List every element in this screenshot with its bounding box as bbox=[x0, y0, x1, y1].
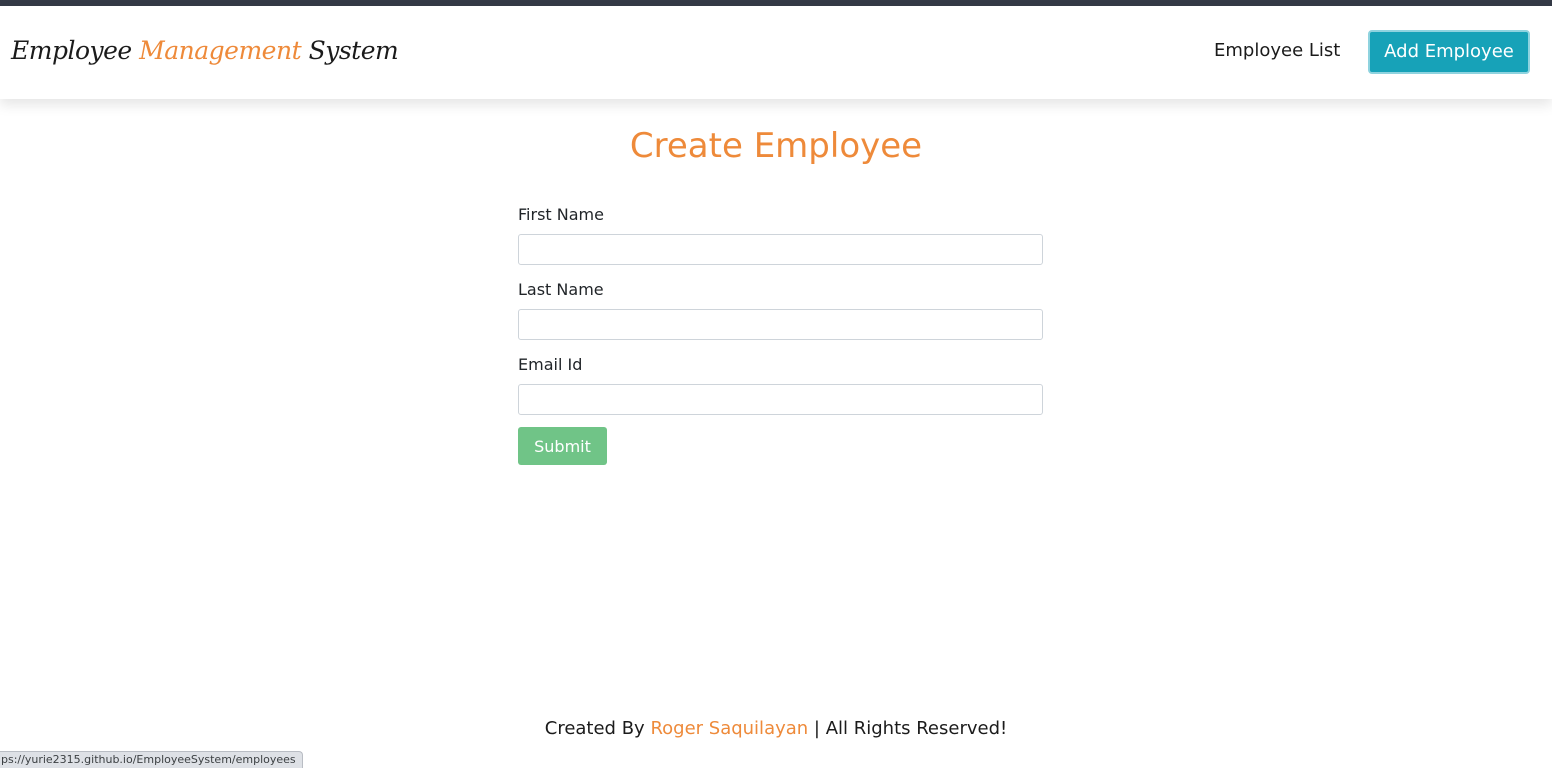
nav-employee-list-link[interactable]: Employee List bbox=[1214, 40, 1340, 61]
footer-prefix: Created By bbox=[544, 718, 651, 739]
first-name-label: First Name bbox=[518, 205, 604, 224]
brand-text-part2: System bbox=[301, 36, 399, 65]
browser-status-url: ps://yurie2315.github.io/EmployeeSystem/… bbox=[0, 751, 303, 768]
nav-add-employee-button[interactable]: Add Employee bbox=[1368, 30, 1530, 74]
first-name-input[interactable] bbox=[518, 234, 1043, 265]
last-name-input[interactable] bbox=[518, 309, 1043, 340]
create-employee-form: First Name Last Name Email Id Submit bbox=[518, 205, 1043, 465]
brand-text-part1: Employee bbox=[11, 36, 140, 65]
email-id-input[interactable] bbox=[518, 384, 1043, 415]
page-title: Create Employee bbox=[629, 126, 923, 166]
footer-author-link[interactable]: Roger Saquilayan bbox=[650, 718, 808, 739]
brand-logo[interactable]: Employee Management System bbox=[11, 36, 399, 65]
submit-button[interactable]: Submit bbox=[518, 427, 607, 465]
footer-suffix: | All Rights Reserved! bbox=[808, 718, 1008, 739]
email-id-label: Email Id bbox=[518, 355, 583, 374]
brand-text-accent: Management bbox=[139, 36, 302, 65]
navbar: Employee Management System Employee List… bbox=[0, 6, 1552, 99]
footer: Created By Roger Saquilayan | All Rights… bbox=[0, 718, 1552, 739]
last-name-label: Last Name bbox=[518, 280, 604, 299]
